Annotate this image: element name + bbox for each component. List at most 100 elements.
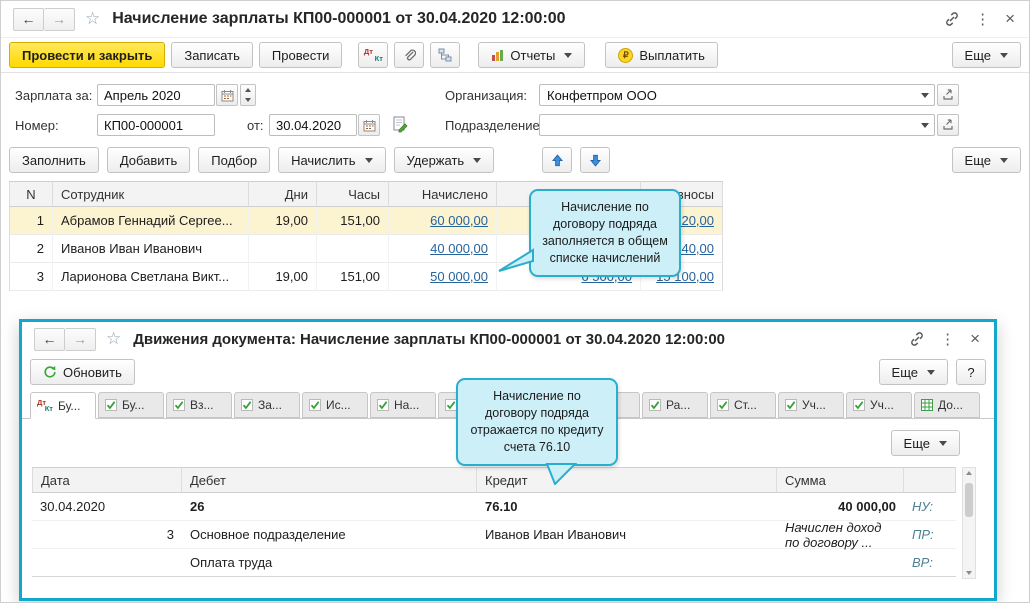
employee-cell[interactable]: Иванов Иван Иванович (53, 235, 249, 263)
movements-more-button[interactable]: Еще (890, 430, 960, 456)
accrue-button[interactable]: Начислить (278, 147, 386, 173)
salary-for-label: Зарплата за: (15, 88, 93, 103)
arrow-up-icon (551, 153, 563, 166)
movement-line-number[interactable]: 3 (32, 521, 182, 549)
credit-analytics[interactable]: Иванов Иван Иванович (477, 521, 777, 549)
col-header-days[interactable]: Дни (249, 181, 317, 207)
department-field[interactable] (539, 114, 935, 136)
tab-register-12[interactable]: Уч... (778, 392, 844, 418)
employee-cell[interactable]: Ларионова Светлана Викт... (53, 263, 249, 291)
add-row-button[interactable]: Добавить (106, 147, 191, 173)
tab-accounting[interactable]: Дт Кт Бу... (30, 392, 96, 419)
favorite-star-icon[interactable]: ☆ (106, 329, 121, 349)
document-edit-icon[interactable] (391, 115, 409, 133)
tab-register-10[interactable]: Ра... (642, 392, 708, 418)
credit-account[interactable]: 76.10 (477, 493, 777, 521)
date-calendar-button[interactable] (358, 114, 380, 136)
more-button[interactable]: Еще (951, 42, 1021, 68)
open-icon (943, 89, 953, 100)
attachments-button[interactable] (394, 42, 425, 68)
col-header-hours[interactable]: Часы (317, 181, 389, 207)
back-button[interactable]: ← (13, 7, 44, 31)
callout-credit-account: Начисление по договору подряда отражаетс… (456, 378, 618, 485)
more-button[interactable]: Еще (878, 359, 948, 385)
scroll-down-arrow[interactable] (966, 571, 972, 575)
chevron-down-icon (473, 157, 482, 163)
close-icon[interactable]: × (970, 329, 980, 349)
table-more-button[interactable]: Еще (951, 147, 1021, 173)
post-button[interactable]: Провести (258, 42, 343, 68)
tab-register-3[interactable]: Вз... (166, 392, 232, 418)
reports-button[interactable]: Отчеты (478, 42, 586, 68)
menu-dots-icon[interactable]: ⋮ (975, 10, 990, 28)
show-postings-button[interactable]: Дт Кт (358, 42, 389, 68)
organization-field[interactable]: Конфетпром ООО (539, 84, 935, 106)
fill-button[interactable]: Заполнить (9, 147, 99, 173)
withhold-button[interactable]: Удержать (393, 147, 495, 173)
table-row[interactable]: 2 (9, 235, 53, 263)
menu-dots-icon[interactable]: ⋮ (940, 330, 955, 348)
table-row[interactable]: 3 (9, 263, 53, 291)
employees-command-bar: Заполнить Добавить Подбор Начислить Удер… (1, 143, 1029, 177)
movement-comment: Начислен доход по договору ... (777, 520, 904, 550)
department-open-button[interactable] (937, 114, 959, 136)
col-header-accrued[interactable]: Начислено (389, 181, 497, 207)
forward-icon: → (73, 331, 87, 347)
tab-register-4[interactable]: За... (234, 392, 300, 418)
tab-register-11[interactable]: Ст... (710, 392, 776, 418)
col-header-credit[interactable]: Кредит (477, 467, 777, 493)
vertical-scrollbar[interactable] (962, 467, 976, 579)
scrollbar-thumb[interactable] (965, 483, 973, 517)
forward-button[interactable]: → (44, 7, 75, 31)
tab-register-13[interactable]: Уч... (846, 392, 912, 418)
col-header-debit[interactable]: Дебет (182, 467, 477, 493)
accrued-link[interactable]: 50 000,00 (430, 269, 488, 284)
close-icon[interactable]: × (1005, 9, 1015, 29)
structure-icon (438, 48, 452, 62)
arrow-down-icon (589, 154, 601, 167)
chevron-down-icon (564, 52, 573, 58)
check-icon (105, 399, 117, 411)
debit-account[interactable]: 26 (182, 493, 477, 521)
tab-data[interactable]: До... (914, 392, 980, 418)
employee-cell[interactable]: Абрамов Геннадий Сергее... (53, 207, 249, 235)
link-icon[interactable] (944, 11, 960, 27)
period-calendar-button[interactable] (216, 84, 238, 106)
col-header-date[interactable]: Дата (32, 467, 182, 493)
salary-period-input[interactable] (97, 84, 215, 106)
debit-analytics[interactable]: Основное подразделение (182, 521, 477, 549)
movement-sum[interactable]: 40 000,00 (777, 493, 904, 521)
link-icon[interactable] (909, 331, 925, 347)
col-header-sum[interactable]: Сумма (777, 467, 904, 493)
callout-tail (545, 462, 578, 485)
document-number-input[interactable] (97, 114, 215, 136)
tab-register-5[interactable]: Ис... (302, 392, 368, 418)
accrued-link[interactable]: 40 000,00 (430, 241, 488, 256)
post-and-close-button[interactable]: Провести и закрыть (9, 42, 166, 68)
pick-button[interactable]: Подбор (198, 147, 271, 173)
table-row[interactable]: 1 (9, 207, 53, 235)
back-button[interactable]: ← (34, 327, 65, 351)
organization-open-button[interactable] (937, 84, 959, 106)
tab-register-2[interactable]: Бу... (98, 392, 164, 418)
help-button[interactable]: ? (956, 359, 986, 385)
refresh-button[interactable]: Обновить (30, 359, 135, 385)
debit-analytics[interactable]: Оплата труда (182, 549, 477, 577)
col-header-employee[interactable]: Сотрудник (53, 181, 249, 207)
period-spinner[interactable] (240, 84, 256, 106)
calendar-icon (221, 89, 233, 101)
favorite-star-icon[interactable]: ☆ (85, 9, 100, 29)
related-documents-button[interactable] (430, 42, 461, 68)
move-down-button[interactable] (580, 147, 611, 173)
forward-button[interactable]: → (65, 327, 96, 351)
pay-button[interactable]: ₽ Выплатить (605, 42, 718, 68)
movements-table: Дата Дебет Кредит Сумма 30.04.2020 26 76… (32, 467, 956, 577)
document-date-input[interactable] (269, 114, 357, 136)
tab-register-6[interactable]: На... (370, 392, 436, 418)
accrued-link[interactable]: 60 000,00 (430, 213, 488, 228)
col-header-n[interactable]: N (9, 181, 53, 207)
movement-date[interactable]: 30.04.2020 (32, 493, 182, 521)
move-up-button[interactable] (542, 147, 573, 173)
scroll-up-arrow[interactable] (966, 471, 972, 475)
save-button[interactable]: Записать (171, 42, 253, 68)
